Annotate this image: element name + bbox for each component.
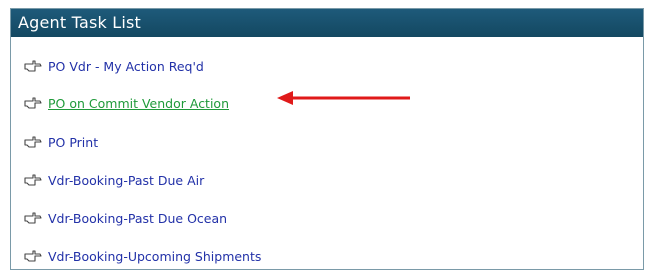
task-item-vdr-booking-past-due-ocean[interactable]: Vdr-Booking-Past Due Ocean [24, 207, 227, 229]
task-item-vdr-booking-past-due-air[interactable]: Vdr-Booking-Past Due Air [24, 169, 204, 191]
panel-title: Agent Task List [11, 9, 643, 37]
task-item-vdr-booking-upcoming-shipments[interactable]: Vdr-Booking-Upcoming Shipments [24, 245, 261, 267]
task-label[interactable]: PO on Commit Vendor Action [48, 96, 229, 111]
task-label[interactable]: Vdr-Booking-Past Due Ocean [48, 211, 227, 226]
task-label[interactable]: PO Vdr - My Action Req'd [48, 59, 204, 74]
pointing-hand-icon [24, 60, 42, 72]
pointing-hand-icon [24, 250, 42, 262]
pointing-hand-icon [24, 136, 42, 148]
task-item-po-on-commit-vendor-action[interactable]: PO on Commit Vendor Action [24, 92, 229, 114]
task-label[interactable]: PO Print [48, 135, 98, 150]
task-item-po-print[interactable]: PO Print [24, 131, 98, 153]
task-item-po-vdr-my-action[interactable]: PO Vdr - My Action Req'd [24, 55, 204, 77]
pointing-hand-icon [24, 97, 42, 109]
agent-task-list-panel: Agent Task List PO Vdr - My Action Req'd… [10, 8, 644, 270]
red-arrow-icon [277, 91, 410, 105]
task-label[interactable]: Vdr-Booking-Upcoming Shipments [48, 249, 261, 264]
pointing-hand-icon [24, 174, 42, 186]
pointing-hand-icon [24, 212, 42, 224]
task-label[interactable]: Vdr-Booking-Past Due Air [48, 173, 204, 188]
